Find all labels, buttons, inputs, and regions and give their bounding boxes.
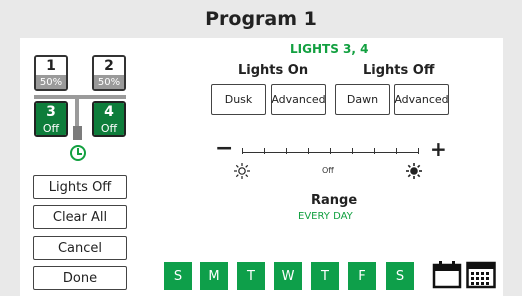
clock-icon[interactable]	[70, 145, 86, 161]
dimmer-tick	[330, 148, 331, 154]
zone-3-number: 3	[36, 103, 66, 121]
dimmer-tick	[264, 148, 265, 154]
zone-3-tile[interactable]: 3 Off	[34, 101, 68, 137]
range-value: EVERY DAY	[298, 211, 353, 222]
dimmer-tick	[308, 148, 309, 154]
dimmer-minus-button[interactable]: −	[215, 138, 233, 160]
dimmer-tick	[286, 148, 287, 154]
day-saturday-button[interactable]: S	[386, 262, 414, 290]
day-wednesday-button[interactable]: W	[274, 262, 302, 290]
zone-stem-base	[73, 126, 82, 140]
clear-all-button[interactable]: Clear All	[33, 205, 127, 229]
lights-on-label: Lights On	[238, 63, 309, 78]
lights-on-advanced-button[interactable]: Advanced	[271, 84, 326, 115]
dimmer-tick	[418, 148, 419, 154]
dimmer-value: Off	[322, 166, 334, 175]
lights-off-dawn-button[interactable]: Dawn	[335, 84, 390, 115]
dimmer-tick	[374, 148, 375, 154]
zone-2-tile[interactable]: 2 50%	[92, 55, 126, 91]
program-title: Program 1	[0, 0, 522, 38]
range-label: Range	[311, 193, 358, 208]
dimmer-tick	[242, 148, 243, 154]
zone-2-number: 2	[94, 57, 124, 75]
zone-4-tile[interactable]: 4 Off	[92, 101, 126, 137]
done-button[interactable]: Done	[33, 266, 127, 290]
dim-sun-icon	[234, 163, 250, 179]
zone-4-number: 4	[94, 103, 124, 121]
day-thursday-button[interactable]: T	[311, 262, 339, 290]
lights-off-advanced-button[interactable]: Advanced	[394, 84, 449, 115]
cancel-button[interactable]: Cancel	[33, 236, 127, 260]
day-sunday-button[interactable]: S	[164, 262, 192, 290]
calendar-icon[interactable]	[432, 259, 462, 289]
dimmer-tick	[352, 148, 353, 154]
zone-connector-bar	[34, 95, 126, 99]
lights-on-dusk-button[interactable]: Dusk	[211, 84, 266, 115]
bright-sun-icon	[406, 163, 422, 179]
lights-off-button[interactable]: Lights Off	[33, 175, 127, 199]
zone-1-number: 1	[36, 57, 66, 75]
zone-3-level: Off	[36, 121, 66, 135]
day-tuesday-button[interactable]: T	[237, 262, 265, 290]
zone-1-tile[interactable]: 1 50%	[34, 55, 68, 91]
dimmer-plus-button[interactable]: +	[430, 138, 447, 160]
zone-4-level: Off	[94, 121, 124, 135]
dimmer-tick	[396, 148, 397, 154]
day-monday-button[interactable]: M	[200, 262, 228, 290]
zone-1-level: 50%	[36, 75, 66, 89]
calendar-grid-icon[interactable]	[466, 259, 496, 289]
lights-group-label: LIGHTS 3, 4	[290, 42, 369, 56]
lights-off-label: Lights Off	[363, 63, 435, 78]
day-friday-button[interactable]: F	[348, 262, 376, 290]
zone-2-level: 50%	[94, 75, 124, 89]
